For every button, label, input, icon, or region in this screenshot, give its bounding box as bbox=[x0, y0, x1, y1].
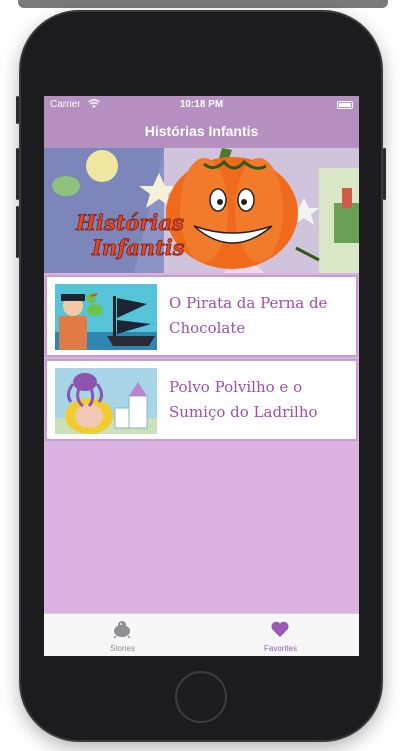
story-thumbnail bbox=[55, 368, 157, 434]
octopus-thumbnail-image bbox=[55, 368, 157, 434]
navigation-bar: Histórias Infantis bbox=[44, 114, 359, 148]
pirate-thumbnail-image bbox=[55, 284, 157, 350]
home-button[interactable] bbox=[175, 671, 227, 723]
stories-icon bbox=[113, 621, 131, 638]
story-title: O Pirata da Perna de Chocolate bbox=[169, 294, 328, 337]
volume-down-button bbox=[16, 206, 19, 258]
story-title: Polvo Polvilho e o Sumiço do Ladrilho bbox=[169, 378, 318, 421]
story-thumbnail bbox=[55, 284, 157, 350]
tab-stories-label: Stories bbox=[110, 644, 135, 653]
status-bar: Carrier 10:18 PM bbox=[44, 96, 359, 114]
story-card-pirata[interactable]: O Pirata da Perna de Chocolate bbox=[47, 277, 356, 355]
header-banner: Histórias Infantis bbox=[44, 148, 359, 273]
heart-icon bbox=[271, 621, 289, 637]
volume-up-button bbox=[16, 148, 19, 200]
app-screen: Carrier 10:18 PM Histórias Infantis Hist… bbox=[44, 96, 359, 656]
banner-logo-line1: Histórias bbox=[75, 210, 184, 235]
banner-logo-line2: Infantis bbox=[91, 235, 185, 260]
status-time: 10:18 PM bbox=[179, 99, 224, 110]
tab-favorites-label: Favorites bbox=[264, 644, 297, 653]
page-title: Histórias Infantis bbox=[144, 123, 259, 139]
device-top-strip bbox=[18, 0, 388, 8]
tab-stories[interactable]: Stories bbox=[44, 614, 201, 656]
tab-favorites[interactable]: Favorites bbox=[202, 614, 359, 656]
tab-bar: Stories Favorites bbox=[44, 613, 359, 656]
power-button bbox=[383, 148, 386, 200]
story-card-polvo[interactable]: Polvo Polvilho e o Sumiço do Ladrilho bbox=[47, 361, 356, 439]
mute-switch bbox=[16, 96, 19, 124]
banner-illustration: Histórias Infantis bbox=[44, 148, 359, 273]
battery-icon bbox=[337, 101, 353, 109]
